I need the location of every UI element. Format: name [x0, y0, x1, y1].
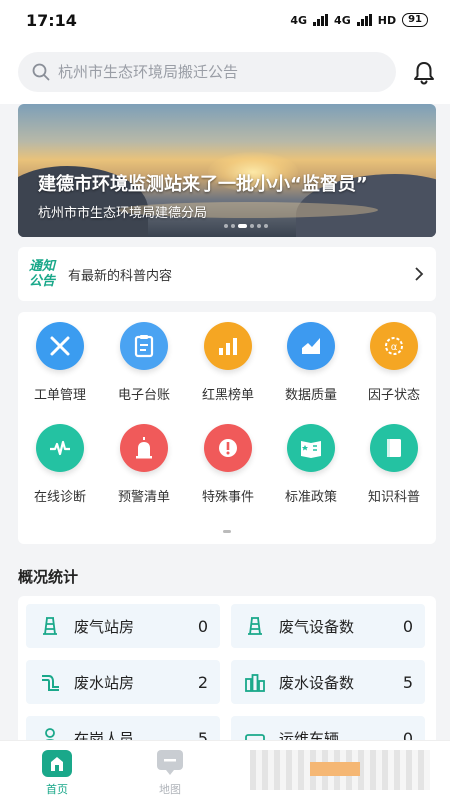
battery-icon: 91 [402, 13, 428, 27]
search-bar[interactable] [18, 52, 396, 92]
book-icon [370, 424, 418, 472]
stat-card[interactable]: 废水站房 2 [26, 660, 220, 704]
svg-text:α: α [391, 342, 398, 353]
stat-name: 废气设备数 [279, 617, 355, 636]
bar-chart-icon [204, 322, 252, 370]
exhaust-tower-icon [243, 614, 267, 638]
menu-item[interactable]: 工单管理 [18, 312, 102, 412]
menu-item[interactable]: 数据质量 [269, 312, 353, 412]
menu-item-label: 预警清单 [117, 490, 170, 505]
signal-label-1: 4G [290, 13, 308, 27]
menu-item-label: 红黑榜单 [201, 388, 254, 403]
menu-item[interactable]: α 因子状态 [352, 312, 436, 412]
stat-card[interactable]: 废水设备数 5 [231, 660, 425, 704]
signal-icon [356, 14, 372, 26]
molecule-icon: α [370, 322, 418, 370]
stat-value: 0 [402, 616, 413, 636]
banner-pagination [224, 224, 268, 228]
wastewater-plant-icon [243, 670, 267, 694]
overview-stats: 废气站房 0 废气设备数 0 废水站房 2 废水设备数 5 在岗人员 5 运维车辆 0 [18, 596, 436, 756]
menu-item-label: 特殊事件 [201, 490, 254, 505]
stat-card[interactable]: 废气设备数 0 [231, 604, 425, 648]
signal-icon [313, 14, 329, 26]
menu-item[interactable]: 标准政策 [269, 414, 353, 514]
tools-icon [36, 322, 84, 370]
stat-value: 5 [402, 672, 413, 692]
tab-home-label: 首页 [46, 783, 68, 796]
home-icon [42, 750, 72, 777]
banner-subtitle: 杭州市市生态环境局建德分局 [38, 206, 208, 221]
menu-item-label: 知识科普 [367, 490, 420, 505]
status-indicators: 4G 4G HD 91 [290, 13, 428, 27]
tab-map-label: 地图 [159, 783, 181, 796]
banner-title: 建德市环境监测站来了一批小小“监督员” [38, 174, 368, 195]
menu-item[interactable]: 知识科普 [352, 414, 436, 514]
signal-label-2: 4G [334, 13, 351, 27]
line-chart-icon [287, 322, 335, 370]
stat-value: 0 [197, 616, 208, 636]
menu-item[interactable]: 电子台账 [102, 312, 186, 412]
function-grid: 工单管理 电子台账 红黑榜单 数据质量 α 因子状态在线诊断 预警清单 特殊事件 标准政策 知识科… [18, 312, 436, 544]
menu-item-label: 电子台账 [117, 388, 170, 403]
stat-name: 废水站房 [74, 673, 135, 692]
search-icon [32, 63, 50, 81]
menu-item-label: 工单管理 [33, 388, 86, 403]
map-icon [157, 750, 183, 775]
stat-name: 废气站房 [74, 617, 135, 636]
stat-value: 2 [197, 672, 208, 692]
menu-item[interactable]: 预警清单 [102, 414, 186, 514]
menu-item[interactable]: 特殊事件 [186, 414, 270, 514]
status-bar: 17:14 4G 4G HD 91 [0, 0, 450, 40]
alarm-icon [120, 424, 168, 472]
notice-badge: 通知 公告 [26, 259, 58, 289]
stat-card[interactable]: 废气站房 0 [26, 604, 220, 648]
news-banner[interactable]: 建德市环境监测站来了一批小小“监督员” 杭州市市生态环境局建德分局 [18, 104, 436, 237]
menu-item-label: 在线诊断 [33, 490, 86, 505]
policy-book-icon [287, 424, 335, 472]
clipboard-icon [120, 322, 168, 370]
menu-item-label: 因子状态 [367, 388, 420, 403]
grid-pagination [223, 530, 231, 533]
stat-name: 废水设备数 [279, 673, 355, 692]
menu-item[interactable]: 红黑榜单 [186, 312, 270, 412]
chevron-right-icon [415, 267, 424, 281]
tab-home[interactable]: 首页 [27, 747, 87, 797]
menu-item[interactable]: 在线诊断 [18, 414, 102, 514]
menu-item-label: 标准政策 [284, 490, 337, 505]
bell-icon[interactable] [412, 60, 436, 86]
exhaust-tower-icon [38, 614, 62, 638]
obscured-region [250, 750, 430, 790]
pulse-icon [36, 424, 84, 472]
overview-title: 概况统计 [18, 568, 79, 586]
notice-text: 有最新的科普内容 [68, 268, 173, 284]
header [0, 40, 450, 104]
hd-label: HD [377, 13, 397, 27]
search-input[interactable] [58, 63, 378, 81]
notice-bar[interactable]: 通知 公告 有最新的科普内容 [18, 247, 436, 301]
wastewater-pipe-icon [38, 670, 62, 694]
menu-item-label: 数据质量 [284, 388, 337, 403]
notice-badge-line: 通知 [28, 259, 55, 274]
status-time: 17:14 [26, 10, 77, 30]
exclamation-icon [204, 424, 252, 472]
tab-map[interactable]: 地图 [140, 747, 200, 797]
notice-badge-line: 公告 [28, 274, 55, 289]
